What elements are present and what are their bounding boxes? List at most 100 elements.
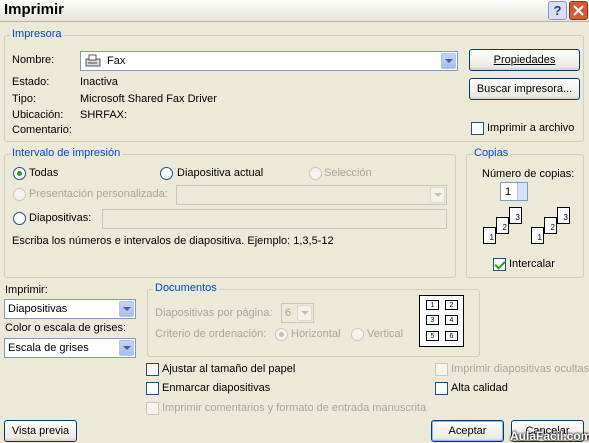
range-custom-radio[interactable] xyxy=(13,188,26,201)
color-dropdown-arrow[interactable] xyxy=(119,340,134,356)
properties-button[interactable]: Propiedades xyxy=(469,49,580,71)
collate-checkbox[interactable] xyxy=(493,258,506,271)
range-all-radio[interactable] xyxy=(13,167,26,180)
preview-button[interactable]: Vista previa xyxy=(4,420,77,442)
handout-cell-number: 2 xyxy=(449,301,454,309)
collate-page: 3 xyxy=(557,207,570,224)
print-hidden-label: Imprimir diapositivas ocultas xyxy=(451,363,589,375)
close-button[interactable] xyxy=(569,1,588,20)
per-page-label: Diapositivas por página: xyxy=(155,307,273,319)
order-horizontal-radio[interactable] xyxy=(275,328,288,341)
collate-page-number: 1 xyxy=(489,233,494,242)
fit-paper-checkbox[interactable] xyxy=(146,363,159,376)
fit-paper-label: Ajustar al tamaño del papel xyxy=(162,363,296,375)
print-what-label: Imprimir: xyxy=(5,284,48,296)
print-comments-label: Imprimir comentarios y formato de entrad… xyxy=(162,402,427,414)
collate-page-number: 3 xyxy=(515,213,520,222)
chevron-down-icon xyxy=(122,346,131,350)
high-quality-checkbox[interactable] xyxy=(435,382,448,395)
range-all-label: Todas xyxy=(29,167,59,179)
print-to-file-checkbox[interactable] xyxy=(471,122,484,135)
collate-page: 2 xyxy=(544,217,557,234)
handout-cell: 4 xyxy=(445,315,458,325)
order-vertical-radio[interactable] xyxy=(351,328,364,341)
handout-cell: 3 xyxy=(426,315,439,325)
print-to-file-label: Imprimir a archivo xyxy=(487,122,575,134)
printer-name-dropdown-arrow[interactable] xyxy=(441,53,456,69)
collate-page: 1 xyxy=(531,227,544,244)
range-slides-radio[interactable] xyxy=(13,212,26,225)
handout-cell-number: 1 xyxy=(430,301,435,309)
print-what-select[interactable]: Diapositivas xyxy=(4,299,136,319)
handout-cell: 2 xyxy=(445,300,458,310)
copies-number-input[interactable]: 1 xyxy=(500,182,528,201)
handout-cell: 6 xyxy=(445,331,458,341)
copies-number-value: 1 xyxy=(505,186,512,198)
printer-name-value: Fax xyxy=(107,55,126,67)
location-value: SHRFAX: xyxy=(80,109,128,121)
range-custom-label: Presentación personalizada: xyxy=(29,188,168,200)
print-what-value: Diapositivas xyxy=(8,303,68,315)
printer-name-label: Nombre: xyxy=(12,54,55,66)
range-selection-radio[interactable] xyxy=(309,167,322,180)
accept-button[interactable]: Aceptar xyxy=(431,420,504,442)
copies-spin-down[interactable] xyxy=(517,192,527,200)
chevron-down-icon xyxy=(444,59,453,63)
chevron-down-icon xyxy=(433,193,442,197)
chevron-down-icon xyxy=(300,311,309,315)
range-slides-label: Diapositivas: xyxy=(29,212,92,224)
collate-page-number: 2 xyxy=(502,223,507,232)
print-hidden-checkbox[interactable] xyxy=(435,363,448,376)
range-group-label: Intervalo de impresión xyxy=(10,147,123,159)
help-icon: ? xyxy=(553,3,562,18)
type-label: Tipo: xyxy=(12,93,37,105)
collate-page: 3 xyxy=(509,207,522,224)
collate-page: 2 xyxy=(496,217,509,234)
accept-button-label: Aceptar xyxy=(448,425,487,437)
type-value: Microsoft Shared Fax Driver xyxy=(80,93,217,105)
copies-spin-up[interactable] xyxy=(517,183,527,192)
color-label: Color o escala de grises: xyxy=(5,322,127,334)
window-title: Imprimir xyxy=(4,1,65,18)
print-comments-checkbox[interactable] xyxy=(146,402,159,415)
per-page-select[interactable]: 6 xyxy=(281,303,314,323)
color-select[interactable]: Escala de grises xyxy=(4,338,136,358)
properties-button-label: Propiedades xyxy=(493,54,556,66)
collate-page-number: 3 xyxy=(563,213,568,222)
per-page-dropdown-arrow[interactable] xyxy=(297,305,312,321)
collate-page-number: 1 xyxy=(537,233,542,242)
per-page-value: 6 xyxy=(285,307,292,319)
location-label: Ubicación: xyxy=(12,109,64,121)
chevron-down-icon xyxy=(122,307,131,311)
collate-page-number: 2 xyxy=(550,223,555,232)
range-hint: Escriba los números e intervalos de diap… xyxy=(12,235,334,247)
close-icon xyxy=(573,5,584,16)
printer-name-select[interactable]: Fax xyxy=(80,51,458,71)
handout-cell-number: 4 xyxy=(449,316,454,324)
print-what-dropdown-arrow[interactable] xyxy=(119,301,134,317)
custom-show-select[interactable] xyxy=(176,185,447,205)
fax-icon xyxy=(85,54,101,67)
handout-cell-number: 5 xyxy=(430,332,435,340)
custom-show-dropdown-arrow[interactable] xyxy=(430,187,445,203)
find-printer-button-label: Buscar impresora... xyxy=(476,83,573,95)
range-selection-label: Selección xyxy=(324,167,372,179)
status-label: Estado: xyxy=(12,76,50,88)
help-button[interactable]: ? xyxy=(548,1,567,20)
order-vertical-label: Vertical xyxy=(367,328,404,340)
slides-input[interactable] xyxy=(102,209,447,229)
handout-cell: 1 xyxy=(426,300,439,310)
find-printer-button[interactable]: Buscar impresora... xyxy=(469,78,580,100)
range-current-label: Diapositiva actual xyxy=(177,167,264,179)
frame-slides-checkbox[interactable] xyxy=(146,382,159,395)
collate-label: Intercalar xyxy=(509,258,555,270)
handout-cell: 5 xyxy=(426,331,439,341)
watermark: AulaFacil.com xyxy=(510,429,589,443)
order-horizontal-label: Horizontal xyxy=(291,328,341,340)
handout-cell-number: 3 xyxy=(430,316,435,324)
range-current-radio[interactable] xyxy=(160,167,173,180)
title-bar: Imprimir ? xyxy=(0,0,589,22)
copies-group-label: Copias xyxy=(472,147,511,159)
order-label: Criterio de ordenación: xyxy=(155,328,267,340)
color-value: Escala de grises xyxy=(8,342,89,354)
